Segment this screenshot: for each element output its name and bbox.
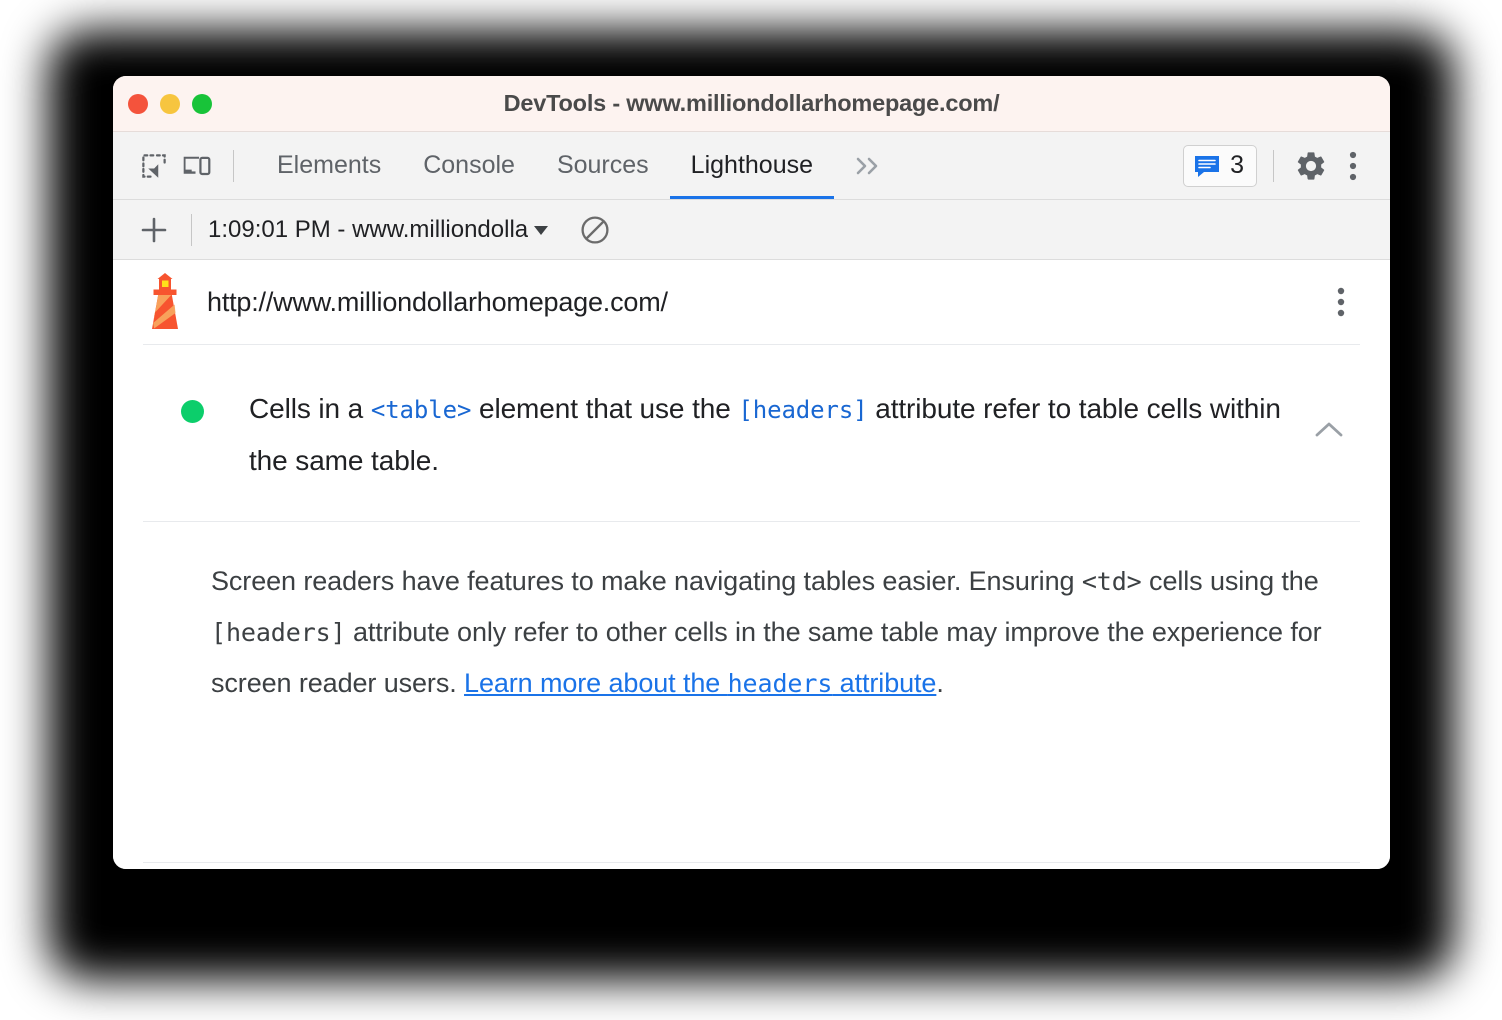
inspect-element-icon: [142, 153, 166, 178]
more-tabs-button[interactable]: [834, 132, 900, 199]
audit-desc-segment-4: .: [936, 668, 944, 699]
chevron-double-right-icon: [856, 157, 878, 174]
report-selector-label: 1:09:01 PM - www.milliondolla: [208, 215, 529, 243]
window-title: DevTools - www.milliondollarhomepage.com…: [503, 90, 1000, 116]
toggle-device-toolbar-button[interactable]: [175, 145, 217, 187]
inspect-element-button[interactable]: [133, 145, 175, 187]
kebab-menu-icon: [1337, 287, 1345, 317]
audit-title-code-headers: [headers]: [738, 396, 868, 424]
tab-elements[interactable]: Elements: [256, 132, 402, 199]
plus-icon: [141, 217, 167, 242]
audit-description: Screen readers have features to make nav…: [143, 522, 1333, 710]
tab-lighthouse-label: Lighthouse: [690, 151, 813, 179]
devtools-main-menu-button[interactable]: [1332, 145, 1374, 187]
tab-elements-label: Elements: [277, 151, 382, 179]
close-window-button[interactable]: [128, 93, 148, 114]
maximize-window-button[interactable]: [192, 93, 212, 114]
caret-down-icon: [534, 225, 549, 235]
lighthouse-run-toolbar: 1:09:01 PM - www.milliondolla: [113, 200, 1390, 260]
report-selector-dropdown[interactable]: 1:09:01 PM - www.milliondolla: [208, 216, 552, 244]
chevron-up-icon: [1315, 422, 1343, 437]
issues-message-icon: [1195, 155, 1220, 177]
devtools-window: DevTools - www.milliondollarhomepage.com…: [113, 76, 1390, 869]
learn-more-link-text-1: Learn more about the: [464, 668, 728, 699]
toolbar-divider: [233, 149, 234, 182]
audit-header-row[interactable]: Cells in a <table> element that use the …: [143, 345, 1360, 521]
gear-icon: [1297, 151, 1325, 180]
audit-title: Cells in a <table> element that use the …: [249, 383, 1288, 487]
settings-button[interactable]: [1290, 145, 1332, 187]
report-url-label: http://www.milliondollarhomepage.com/: [207, 286, 668, 317]
tab-console-label: Console: [423, 151, 515, 179]
learn-more-link-code: headers: [727, 669, 833, 699]
no-entry-clear-icon: [581, 215, 609, 244]
report-options-menu-button[interactable]: [1320, 281, 1362, 323]
audit-title-segment-1: Cells in a: [249, 393, 371, 424]
tab-sources[interactable]: Sources: [536, 132, 670, 199]
audit-title-segment-2: element that use the: [471, 393, 739, 424]
toolbar-divider-right: [1273, 149, 1274, 182]
collapse-audit-button[interactable]: [1312, 419, 1346, 446]
tab-sources-label: Sources: [556, 151, 649, 179]
audit-desc-segment-1: Screen readers have features to make nav…: [211, 565, 1082, 596]
bottom-padding: [143, 863, 1360, 869]
devtools-main-toolbar: Elements Console Sources Lighthouse 3: [113, 132, 1390, 200]
minimize-window-button[interactable]: [160, 93, 180, 114]
device-toolbar-icon: [183, 156, 211, 175]
devtools-tab-list: Elements Console Sources Lighthouse: [256, 132, 900, 199]
tab-lighthouse[interactable]: Lighthouse: [669, 132, 835, 199]
audit-desc-segment-2: cells using the: [1141, 565, 1319, 596]
audit-desc-code-headers: [headers]: [211, 617, 346, 647]
traffic-light-group: [128, 76, 212, 131]
new-report-button[interactable]: [133, 209, 175, 251]
runbar-divider: [191, 213, 192, 246]
audit-title-code-table: <table>: [370, 396, 472, 424]
learn-more-link[interactable]: Learn more about the headers attribute: [464, 668, 936, 698]
learn-more-link-text-2: attribute: [832, 668, 937, 699]
lighthouse-icon: [152, 273, 178, 329]
toolbar-right-group: 3: [1183, 144, 1374, 187]
kebab-menu-icon: [1349, 151, 1357, 180]
window-titlebar: DevTools - www.milliondollarhomepage.com…: [113, 76, 1390, 132]
audit-desc-code-td: <td>: [1081, 566, 1142, 596]
audit-detail-panel: Cells in a <table> element that use the …: [113, 344, 1390, 869]
audit-score-indicator: [181, 400, 204, 423]
clear-reports-button[interactable]: [574, 209, 616, 251]
issues-count-label: 3: [1230, 151, 1244, 179]
tab-console[interactable]: Console: [402, 132, 536, 199]
issues-counter-button[interactable]: 3: [1183, 144, 1257, 187]
report-header-row: http://www.milliondollarhomepage.com/: [113, 260, 1390, 344]
